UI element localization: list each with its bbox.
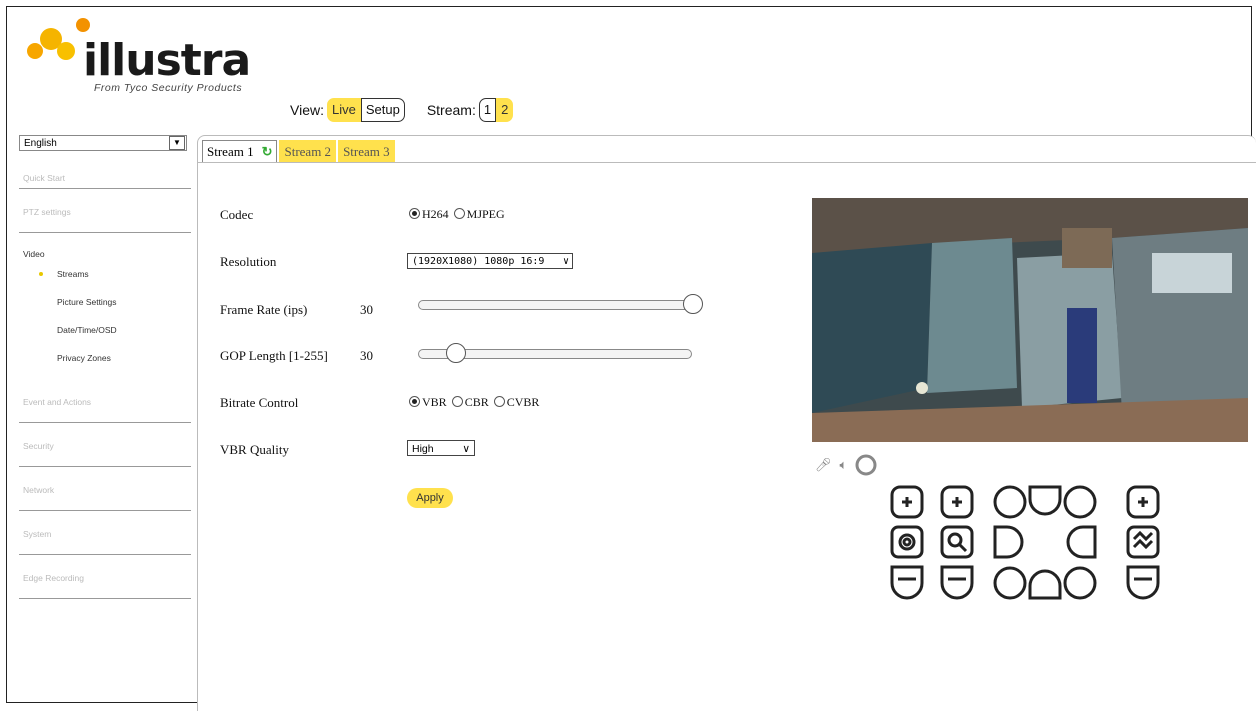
tilt-down-icon[interactable] [1030,567,1062,599]
sidebar-item-privacy-zones[interactable]: Privacy Zones [19,351,191,379]
magnify-icon[interactable] [942,527,974,559]
gop-length-slider[interactable] [418,343,692,363]
refresh-icon[interactable]: ↻ [262,144,273,159]
bitrate-options: VBR CBR CVBR [409,395,539,410]
view-label: View: [290,102,324,118]
auto-focus-icon[interactable] [892,527,924,559]
ptz-control-pad [890,485,1170,610]
tab-stream-1[interactable]: Stream 1 ↻ [202,140,278,163]
logo-text: illustra [83,35,251,86]
logo-tagline: From Tyco Security Products [94,82,243,94]
bitrate-control-label: Bitrate Control [220,395,299,410]
pan-up-left-icon[interactable] [994,487,1026,519]
bitrate-cvbr-label: CVBR [506,395,540,409]
pan-up-right-icon[interactable] [1064,487,1096,519]
tab-divider [198,162,1256,163]
resolution-label: Resolution [220,254,277,269]
gop-length-value: 30 [360,348,373,363]
tab-stream-1-label: Stream 1 [207,144,254,159]
language-select[interactable]: English ▼ [19,135,187,151]
language-value: English [24,137,57,149]
bitrate-cvbr-radio[interactable] [493,396,505,407]
frame-rate-slider-handle[interactable] [683,294,703,314]
live-video-view[interactable] [812,198,1248,442]
pan-down-right-icon[interactable] [1064,567,1096,599]
pan-left-icon[interactable] [994,527,1026,559]
chevron-down-icon: ∨ [462,443,470,455]
tab-stream-3[interactable]: Stream 3 [338,140,395,163]
zoom-in-icon[interactable] [892,487,924,519]
microphone-icon[interactable]: 🎤︎ [815,457,832,473]
logo: illustra From Tyco Security Products [21,17,281,97]
focus-far-icon[interactable] [942,567,974,599]
sidebar-item-video[interactable]: Video [19,233,191,267]
bitrate-cbr-radio[interactable] [451,396,463,407]
sidebar-nav: Quick Start PTZ settings Video Streams P… [19,159,191,599]
codec-mjpeg-radio[interactable] [453,208,465,219]
pan-down-left-icon[interactable] [994,567,1026,599]
iris-close-icon[interactable] [1128,567,1160,599]
sidebar-item-security[interactable]: Security [19,423,191,467]
vbr-quality-label: VBR Quality [220,442,289,457]
stream-2-button[interactable]: 2 [496,98,514,122]
codec-h264-radio[interactable] [409,208,420,219]
stream-1-button[interactable]: 1 [478,98,497,122]
stream-toggle: 1 2 [478,98,514,122]
main-panel: Stream 1 ↻ Stream 2 Stream 3 Codec H264 M… [197,135,1256,711]
video-frame-image [812,198,1248,442]
sidebar-item-quick-start[interactable]: Quick Start [19,159,191,189]
resolution-select[interactable]: (1920X1080) 1080p 16:9 ∨ [407,253,573,269]
chevron-down-icon: ∨ [562,256,569,267]
sidebar-item-streams[interactable]: Streams [19,267,191,295]
stream-label: Stream: [426,102,476,118]
vbr-quality-select[interactable]: High ∨ [407,440,475,456]
logo-dots-icon [27,18,90,60]
gop-length-slider-handle[interactable] [446,343,467,363]
zoom-out-icon[interactable] [892,567,924,599]
frame-rate-slider[interactable] [418,294,703,314]
vbr-quality-value: High [412,443,434,455]
tilt-up-icon[interactable] [1030,487,1062,519]
view-stream-bar: View: Live Setup Stream: 1 2 [290,97,514,123]
sidebar-item-events[interactable]: Event and Actions [19,379,191,423]
codec-h264-label: H264 [422,207,449,221]
view-live-button[interactable]: Live [326,98,361,122]
sidebar-item-picture-settings[interactable]: Picture Settings [19,295,191,323]
frame-rate-value: 30 [360,302,373,317]
sidebar-item-edge-recording[interactable]: Edge Recording [19,555,191,599]
sidebar-item-ptz-settings[interactable]: PTZ settings [19,189,191,233]
pan-right-icon[interactable] [1064,527,1096,559]
tab-stream-2[interactable]: Stream 2 [279,140,337,163]
bitrate-vbr-label: VBR [422,395,447,409]
bitrate-cbr-label: CBR [464,395,489,409]
codec-mjpeg-label: MJPEG [466,207,505,221]
resolution-value: (1920X1080) 1080p 16:9 [412,256,545,267]
sidebar-item-system[interactable]: System [19,511,191,555]
speaker-mute-icon[interactable]: 🔈︎ [840,457,848,473]
sidebar-item-network[interactable]: Network [19,467,191,511]
bitrate-vbr-radio[interactable] [409,396,420,407]
view-toggle: Live Setup [326,98,405,122]
video-controls: 🎤︎ 🔈︎ [815,454,877,476]
app-frame: illustra From Tyco Security Products Vie… [6,6,1256,711]
view-setup-button[interactable]: Setup [360,98,405,122]
frame-rate-label: Frame Rate (ips) [220,302,308,317]
record-icon[interactable] [855,454,877,476]
sidebar: English ▼ Quick Start PTZ settings Video… [19,135,191,599]
gop-length-label: GOP Length [1-255] [220,348,328,363]
iris-open-icon[interactable] [1128,487,1160,519]
sidebar-item-date-time-osd[interactable]: Date/Time/OSD [19,323,191,351]
chevron-down-icon[interactable]: ▼ [169,136,185,150]
pattern-icon[interactable] [1128,527,1160,559]
codec-label: Codec [220,207,254,222]
apply-button[interactable]: Apply [407,488,453,508]
codec-options: H264 MJPEG [409,207,505,222]
focus-near-icon[interactable] [942,487,974,519]
